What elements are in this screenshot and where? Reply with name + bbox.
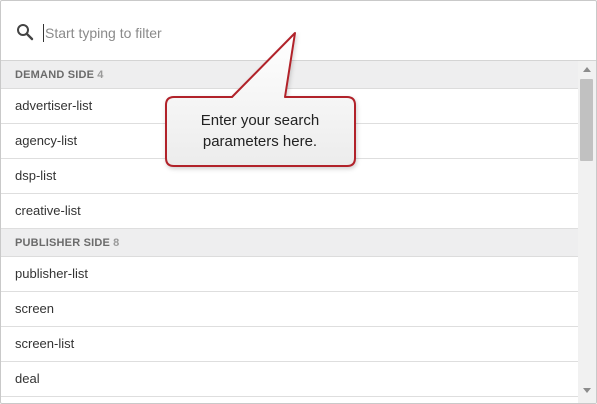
- callout-line-2: parameters here.: [202, 133, 318, 150]
- callout-line-1: Enter your search: [200, 112, 320, 129]
- callout-text: Enter your search parameters here.: [165, 110, 355, 152]
- callout-tooltip: [165, 32, 356, 167]
